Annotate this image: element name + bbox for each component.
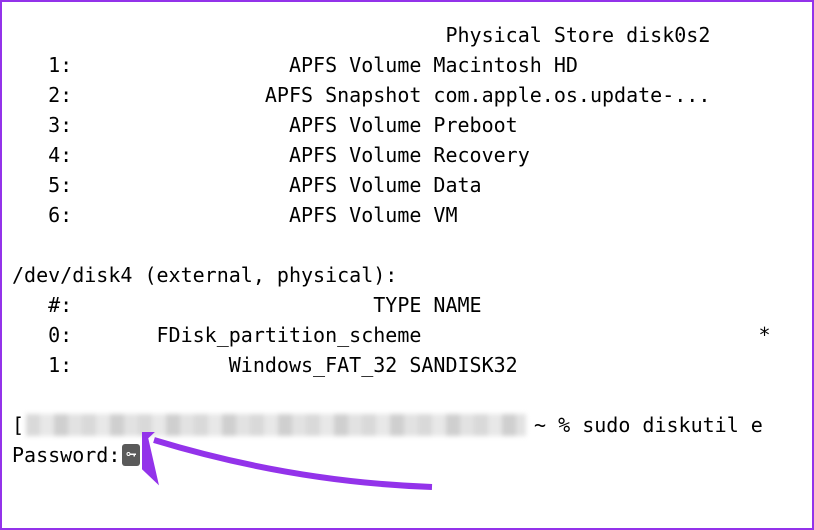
volume-row: 4: APFS Volume Recovery [12,140,802,170]
partition-row: 1: Windows_FAT_32 SANDISK32 [12,350,802,380]
password-prompt-line[interactable]: Password: [12,440,802,470]
command-prompt-line[interactable]: [ ~ % sudo diskutil e [12,410,802,440]
command-text: ~ % sudo diskutil e [534,410,763,440]
volume-row: 6: APFS Volume VM [12,200,802,230]
prompt-bracket: [ [12,410,24,440]
disk4-columns: #: TYPE NAME [12,290,802,320]
volume-row: 2: APFS Snapshot com.apple.os.update-... [12,80,802,110]
redacted-hostname [26,414,526,436]
password-label: Password: [12,440,120,470]
volume-row: 1: APFS Volume Macintosh HD [12,50,802,80]
volume-row: 3: APFS Volume Preboot [12,110,802,140]
physical-store-line: Physical Store disk0s2 [12,20,802,50]
key-icon [122,444,140,466]
disk4-header: /dev/disk4 (external, physical): [12,260,802,290]
volume-row: 5: APFS Volume Data [12,170,802,200]
partition-row: 0: FDisk_partition_scheme * [12,320,802,350]
